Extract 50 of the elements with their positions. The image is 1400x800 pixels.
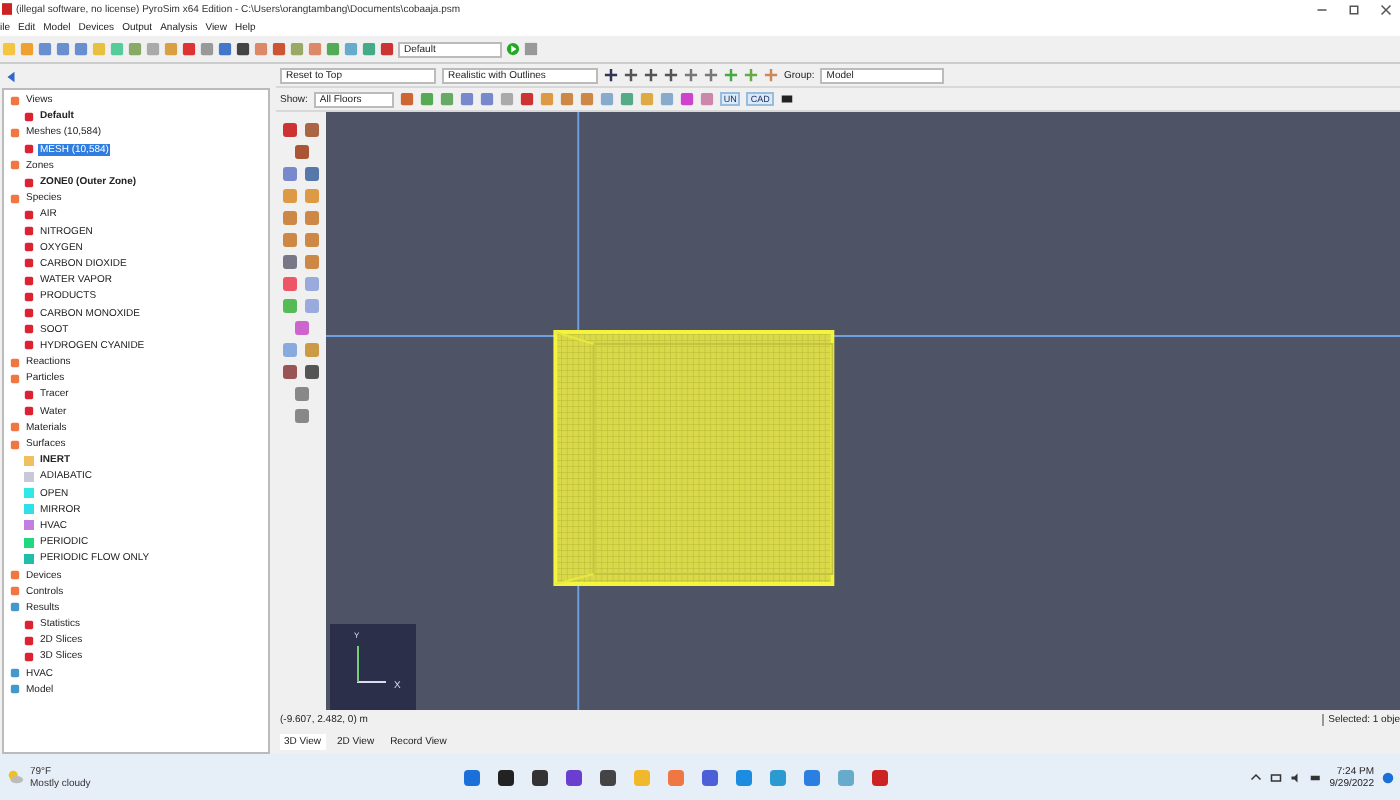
node-icon — [24, 291, 34, 302]
toolbar-icon[interactable] — [664, 68, 678, 82]
weather-icon — [6, 768, 24, 786]
maximize-icon[interactable] — [1348, 3, 1360, 15]
node-icon — [24, 389, 34, 400]
node-icon — [10, 684, 20, 695]
run-icon[interactable] — [506, 42, 520, 56]
toolbar-icon[interactable] — [644, 68, 658, 82]
node-icon — [24, 258, 34, 269]
taskbar-app-icon[interactable] — [530, 767, 551, 787]
node-icon — [10, 373, 20, 384]
node-icon — [10, 127, 20, 138]
node-icon — [10, 668, 20, 679]
node-icon — [24, 275, 34, 286]
node-icon — [10, 570, 20, 581]
node-icon — [24, 619, 34, 630]
toolbar-icon[interactable] — [604, 68, 618, 82]
node-icon — [24, 340, 34, 351]
close-icon[interactable] — [1380, 3, 1392, 15]
node-icon — [24, 144, 34, 155]
chevron-icon[interactable] — [1249, 771, 1262, 783]
arrow-icon[interactable] — [4, 69, 18, 83]
node-icon — [24, 209, 34, 220]
toolbar-icon[interactable] — [624, 68, 638, 82]
node-icon — [10, 422, 20, 433]
node-icon — [24, 308, 34, 319]
node-icon — [10, 160, 20, 171]
speaker-icon[interactable] — [1289, 771, 1302, 783]
app-logo-icon — [2, 2, 12, 16]
node-icon — [24, 635, 34, 646]
node-icon — [10, 193, 20, 204]
node-icon — [24, 111, 34, 122]
node-icon — [10, 602, 20, 613]
notification-icon[interactable] — [1382, 771, 1394, 783]
minimize-icon[interactable] — [1316, 3, 1328, 15]
node-icon — [10, 95, 20, 106]
node-icon — [10, 439, 20, 450]
node-icon — [24, 226, 34, 237]
node-icon — [24, 406, 34, 417]
battery-icon[interactable] — [1309, 771, 1322, 783]
taskbar-app-icon[interactable] — [496, 767, 517, 787]
node-icon — [24, 242, 34, 253]
node-icon — [10, 586, 20, 597]
mesh-box-drawing[interactable] — [553, 330, 835, 586]
node-icon — [24, 324, 34, 335]
camera-icon[interactable] — [779, 92, 794, 106]
taskbar-app-icon[interactable] — [598, 767, 619, 787]
node-icon — [10, 357, 20, 368]
node-icon — [24, 651, 34, 662]
node-icon — [24, 177, 34, 188]
